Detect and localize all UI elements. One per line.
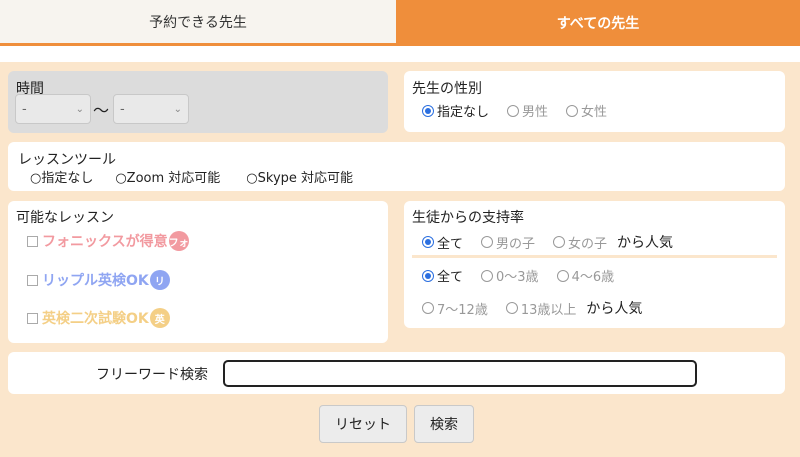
support-age-group-1: 全て 0〜3歳 4〜6歳	[422, 266, 632, 285]
student-support-box: 生徒からの支持率 全て 男の子 女の子 から人気 全て 0〜3歳 4〜6歳 7〜…	[404, 201, 785, 328]
radio[interactable]	[422, 302, 434, 314]
freeword-box: フリーワード検索	[8, 352, 785, 394]
checkbox[interactable]	[27, 235, 38, 247]
freeword-label: フリーワード検索	[96, 367, 208, 383]
radio-selected[interactable]	[422, 236, 434, 248]
checkbox[interactable]	[27, 274, 38, 286]
gender-option-female[interactable]: 女性	[566, 101, 607, 120]
age-13-plus[interactable]: 13歳以上	[505, 299, 576, 318]
lesson-phonics[interactable]: フォニックスが得意 フォ	[27, 231, 189, 251]
tab-all-teachers[interactable]: すべての先生	[396, 0, 800, 46]
support-boys[interactable]: 男の子	[481, 233, 535, 252]
age-0-3[interactable]: 0〜3歳	[481, 266, 539, 285]
teacher-tabs: 予約できる先生 すべての先生	[0, 0, 800, 46]
support-title: 生徒からの支持率	[412, 210, 524, 226]
reset-button[interactable]: リセット	[319, 405, 407, 443]
lesson-eiken-interview[interactable]: 英検二次試験OK 英	[27, 308, 170, 328]
freeword-input[interactable]	[223, 360, 697, 387]
teacher-gender-box: 先生の性別 指定なし 男性 女性	[404, 71, 785, 132]
tool-option-any[interactable]: ○指定なし	[30, 167, 93, 186]
chevron-down-icon: ⌄	[173, 103, 182, 115]
lesson-tool-title: レッスンツール	[18, 152, 116, 168]
support-gender-group: 全て 男の子 女の子 から人気	[422, 232, 673, 252]
age-all[interactable]: 全て	[422, 266, 463, 285]
checkbox[interactable]	[27, 312, 38, 324]
time-from-select[interactable]: - ⌄	[15, 94, 91, 124]
gender-title: 先生の性別	[412, 81, 482, 97]
lessons-title: 可能なレッスン	[16, 210, 114, 226]
support-all[interactable]: 全て	[422, 233, 463, 252]
gender-option-male[interactable]: 男性	[507, 101, 548, 120]
lesson-tool-box: レッスンツール ○指定なし ○Zoom 対応可能 ○Skype 対応可能	[8, 142, 785, 191]
possible-lessons-box: 可能なレッスン フォニックスが得意 フォ リップル英検OK リ 英検二次試験OK…	[8, 201, 388, 343]
gender-option-any[interactable]: 指定なし	[422, 101, 489, 120]
lesson-ripple-eiken[interactable]: リップル英検OK リ	[27, 270, 170, 290]
time-to-select[interactable]: - ⌄	[113, 94, 189, 124]
phonics-badge-icon: フォ	[168, 231, 189, 251]
popular-suffix: から人気	[617, 235, 674, 251]
popular-suffix: から人気	[586, 301, 643, 317]
radio-selected[interactable]	[422, 269, 434, 282]
chevron-down-icon: ⌄	[75, 103, 84, 115]
radio[interactable]	[507, 104, 520, 117]
time-filter-box: 時間 - ⌄ 〜 - ⌄	[8, 71, 388, 133]
tool-option-skype[interactable]: ○Skype 対応可能	[246, 167, 353, 186]
radio[interactable]	[481, 269, 494, 282]
radio[interactable]	[566, 104, 579, 117]
tab-available-teachers[interactable]: 予約できる先生	[0, 0, 396, 46]
lesson-tool-options: ○指定なし ○Zoom 対応可能 ○Skype 対応可能	[30, 167, 353, 186]
age-7-12[interactable]: 7〜12歳	[422, 299, 488, 318]
radio[interactable]	[556, 269, 569, 282]
radio[interactable]	[481, 236, 494, 248]
radio[interactable]	[553, 236, 566, 248]
divider	[412, 255, 777, 258]
age-4-6[interactable]: 4〜6歳	[556, 266, 614, 285]
eiken-badge-icon: 英	[149, 308, 170, 328]
support-girls[interactable]: 女の子	[553, 233, 607, 252]
radio-selected[interactable]	[422, 104, 434, 117]
radio[interactable]	[505, 302, 518, 314]
search-button[interactable]: 検索	[414, 405, 474, 443]
gender-radio-group: 指定なし 男性 女性	[422, 101, 625, 120]
time-separator: 〜	[93, 101, 110, 120]
tool-option-zoom[interactable]: ○Zoom 対応可能	[115, 167, 220, 186]
ripple-badge-icon: リ	[149, 270, 170, 290]
support-age-group-2: 7〜12歳 13歳以上 から人気	[422, 298, 642, 318]
